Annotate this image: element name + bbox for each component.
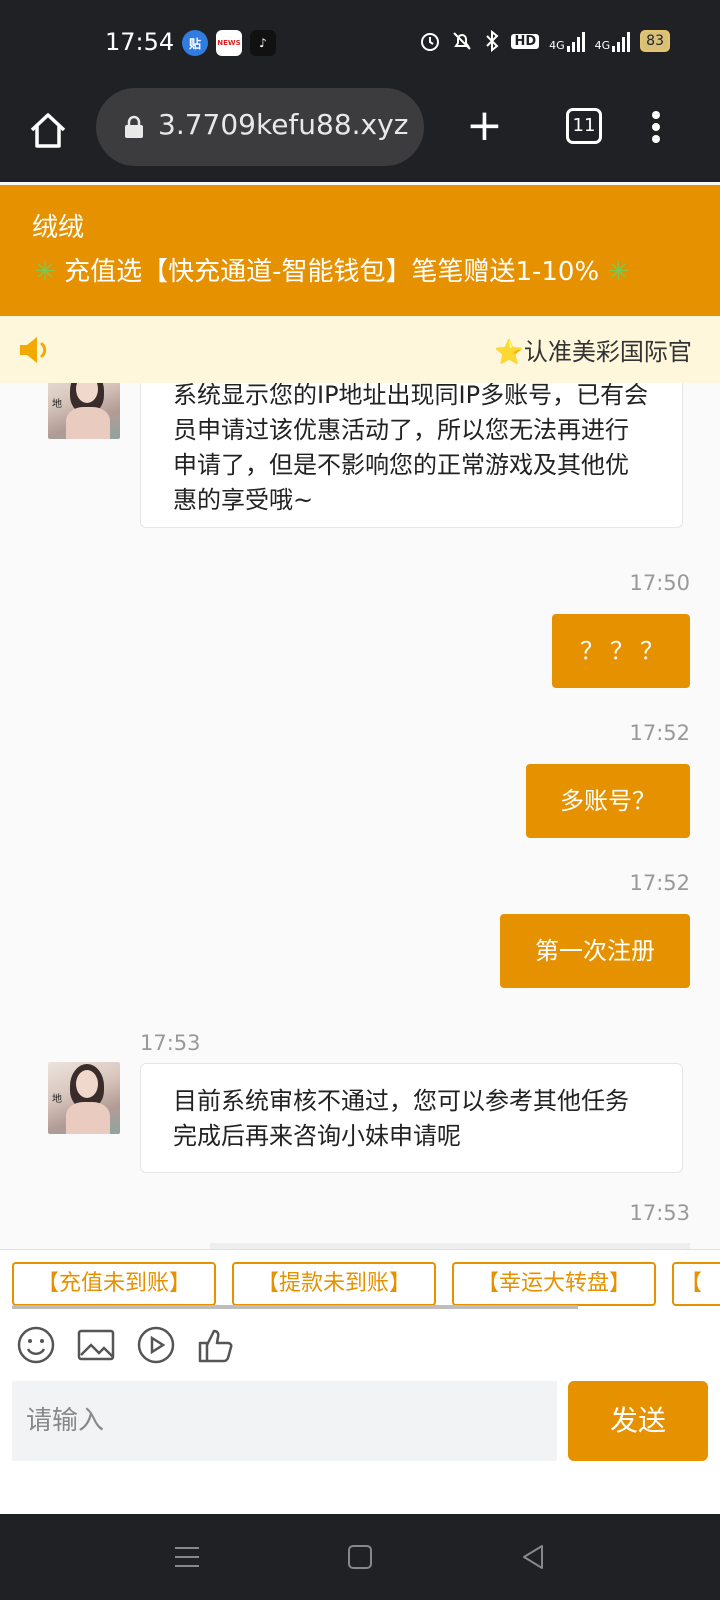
- status-bar: 17:54 贴 NEWS ♪ HD 4G 4G 83: [0, 0, 720, 88]
- status-time: 17:54: [105, 28, 175, 56]
- browser-toolbar: 3.7709kefu88.xyz + 11: [0, 88, 720, 182]
- speaker-icon: [20, 337, 47, 363]
- thumbs-up-icon[interactable]: [196, 1325, 236, 1365]
- agent-message-bubble: 目前系统审核不通过，您可以参考其他任务 完成后再来咨询小妹申请呢: [140, 1063, 683, 1173]
- signal-4g-icon: 4G: [595, 30, 631, 52]
- tieba-icon: 贴: [182, 30, 208, 56]
- message-text: ？？？: [580, 637, 670, 665]
- message-list[interactable]: 地 系统显示您的IP地址出现同IP多账号，已有会员申请过该优惠活动了，所以您无法…: [0, 383, 720, 1249]
- message-timestamp: 17:53: [629, 1201, 690, 1225]
- notification-icons: 贴 NEWS ♪: [182, 30, 276, 56]
- sparkle-icon: ✳: [34, 257, 56, 287]
- bluetooth-icon: [486, 30, 499, 52]
- system-status-icons: HD 4G 4G 83: [419, 30, 670, 52]
- more-menu-icon[interactable]: [650, 108, 662, 148]
- news-app-icon: NEWS: [216, 30, 242, 56]
- url-text: 3.7709kefu88.xyz: [158, 108, 409, 141]
- user-message-bubble: ？？？: [552, 614, 690, 688]
- promo-banner[interactable]: ✳ 充值选【快充通道-智能钱包】笔笔赠送1-10% ✳: [34, 251, 629, 288]
- network-type-label: 4G: [594, 39, 611, 52]
- quick-reply-more[interactable]: 【: [672, 1262, 720, 1306]
- agent-avatar: 地: [48, 1062, 120, 1134]
- promo-text: 充值选【快充通道-智能钱包】笔笔赠送1-10%: [64, 257, 600, 287]
- battery-indicator: 83: [640, 30, 670, 52]
- marquee-text: ⭐认准美彩国际官: [494, 332, 692, 367]
- emoji-icon[interactable]: [16, 1325, 56, 1365]
- lock-icon: [125, 115, 143, 138]
- user-message-bubble: 多账号？: [526, 764, 690, 838]
- alarm-icon: [421, 33, 440, 51]
- new-tab-icon[interactable]: +: [466, 104, 503, 148]
- announcement-marquee: ⭐认准美彩国际官: [0, 316, 720, 383]
- user-message-bubble: 第一次注册: [500, 914, 690, 988]
- sparkle-icon: ✳: [607, 257, 630, 287]
- message-input[interactable]: [12, 1381, 557, 1461]
- message-timestamp: 17:53: [140, 1031, 201, 1055]
- message-timestamp: 17:50: [629, 571, 690, 595]
- message-timestamp: 17:52: [629, 721, 690, 745]
- quick-reply-bar[interactable]: 【充值未到账】 【提款未到账】 【幸运大转盘】 【: [0, 1249, 720, 1309]
- system-nav-bar: [0, 1514, 720, 1600]
- quick-reply-withdraw[interactable]: 【提款未到账】: [232, 1262, 436, 1306]
- star-icon: ⭐: [494, 338, 524, 366]
- send-button[interactable]: 发送: [568, 1381, 708, 1461]
- home-square-icon[interactable]: [345, 1542, 375, 1572]
- address-bar[interactable]: 3.7709kefu88.xyz: [96, 88, 424, 166]
- tab-switcher-button[interactable]: 11: [566, 108, 602, 144]
- composer: 发送: [0, 1381, 720, 1514]
- image-icon[interactable]: [76, 1325, 116, 1365]
- marquee-label: 认准美彩国际官: [523, 338, 692, 366]
- tiktok-icon: ♪: [250, 30, 276, 56]
- home-icon[interactable]: [26, 108, 70, 152]
- message-text: 目前系统审核不通过，您可以参考其他任务 完成后再来咨询小妹申请呢: [173, 1087, 629, 1150]
- message-text: 系统显示您的IP地址出现同IP多账号，已有会员申请过该优惠活动了，所以您无法再进…: [173, 383, 649, 514]
- agent-avatar: 地: [48, 383, 120, 439]
- message-text: 多账号？: [560, 787, 656, 815]
- signal-4g-icon: 4G: [549, 30, 585, 52]
- message-timestamp: 17:52: [629, 871, 690, 895]
- agent-message-bubble: 系统显示您的IP地址出现同IP多账号，已有会员申请过该优惠活动了，所以您无法再进…: [140, 383, 683, 528]
- video-icon[interactable]: [136, 1325, 176, 1365]
- menu-icon[interactable]: [172, 1542, 202, 1572]
- back-icon[interactable]: [518, 1542, 548, 1572]
- mute-bell-icon: [453, 32, 472, 50]
- message-text: 第一次注册: [535, 937, 655, 965]
- input-toolbar: [0, 1309, 720, 1381]
- agent-name: 绒绒: [32, 213, 85, 243]
- chat-header: 绒绒 ✳ 充值选【快充通道-智能钱包】笔笔赠送1-10% ✳: [0, 185, 720, 316]
- hd-icon: HD: [511, 33, 540, 49]
- network-type-label: 4G: [549, 39, 565, 52]
- quick-reply-recharge[interactable]: 【充值未到账】: [12, 1262, 216, 1306]
- quick-reply-wheel[interactable]: 【幸运大转盘】: [452, 1262, 656, 1306]
